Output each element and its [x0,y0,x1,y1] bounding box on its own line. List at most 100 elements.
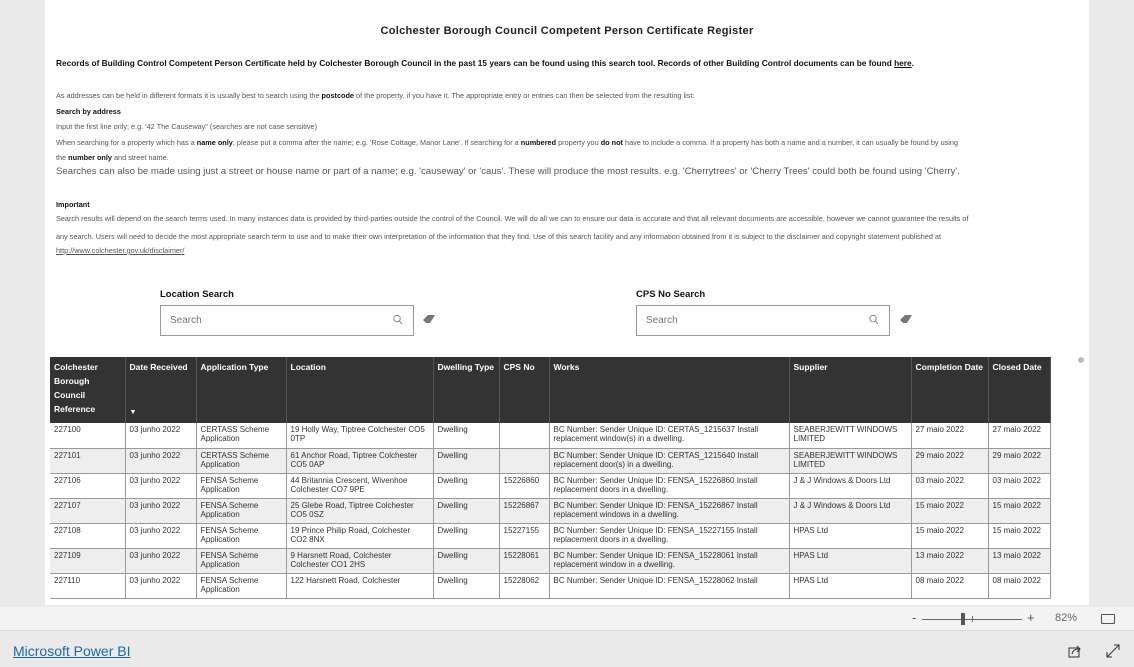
table-cell: Dwelling [433,498,500,524]
column-header[interactable]: Location [286,357,434,423]
zoom-default-tick [972,616,973,622]
footer: Microsoft Power BI [0,632,1134,667]
table-row[interactable]: 227107 03 junho 2022 FENSA Scheme Applicat… [50,498,1051,524]
table-cell: 15 maio 2022 [911,498,989,524]
zoom-in-button[interactable]: + [1027,610,1035,625]
table-row[interactable]: 227101 03 junho 2022 CERTASS Scheme Applic… [50,448,1051,474]
table-cell: 15 maio 2022 [911,523,989,549]
page-title: Colchester Borough Council Competent Per… [380,25,754,37]
here-link[interactable]: here [894,58,912,68]
column-header[interactable]: Supplier [789,357,912,423]
table-cell: 122 Harsnett Road, Colchester [286,573,434,599]
table-cell: 15226860 [499,473,550,499]
location-search-placeholder: Search [170,315,202,326]
table-cell: BC Number: Sender Unique ID: FENSA_15228… [549,548,790,574]
cps-search-placeholder: Search [646,315,678,326]
eraser-icon[interactable] [423,315,435,323]
column-header-label: Location [290,362,326,372]
table-cell: 13 maio 2022 [911,548,989,574]
t: do not [600,138,623,147]
report-canvas: Colchester Borough Council Competent Per… [45,0,1089,605]
table-cell: Dwelling [433,448,500,474]
table-cell: 15228062 [499,573,550,599]
table-row[interactable]: 227110 03 junho 2022 FENSA Scheme Applicat… [50,573,1051,599]
fit-to-page-icon[interactable] [1101,614,1115,624]
important-text-1: Search results will depend on the search… [56,214,969,223]
disclaimer-link[interactable]: http://www.colchester.gov.uk/disclaimer/ [56,246,184,255]
table-cell: J & J Windows & Doors Ltd [789,473,912,499]
table-cell: 03 junho 2022 [125,523,197,549]
table-cell: 03 maio 2022 [988,473,1051,499]
table-cell: 15226867 [499,498,550,524]
column-header[interactable]: Colchester Borough Council Reference [50,357,126,423]
t: When searching for a property which has … [56,138,197,147]
column-header[interactable]: Application Type [196,357,287,423]
vertical-scrollbar[interactable] [1078,357,1084,363]
column-header[interactable]: CPS No [499,357,550,423]
fullscreen-icon[interactable] [1106,644,1120,658]
column-header-label: Completion Date [915,362,984,372]
important-heading: Important [56,200,90,209]
table-cell: 227110 [50,573,126,599]
column-header-label: Supplier [793,362,828,372]
table-cell: Dwelling [433,423,500,449]
t: name only [196,138,233,147]
t: of the property, if you have it. The app… [353,91,695,100]
zoom-level: 82% [1055,612,1078,624]
table-row[interactable]: 227106 03 junho 2022 FENSA Scheme Applicat… [50,473,1051,499]
sort-descending-icon[interactable]: ▼ [130,406,137,420]
table-cell: FENSA Scheme Application [196,523,287,549]
column-header-label: Colchester Borough Council Reference [54,362,98,414]
search-icon[interactable] [869,314,879,326]
table-cell: Dwelling [433,523,500,549]
partial-search-advice: Searches can also be made using just a s… [56,166,960,177]
table-cell: 03 junho 2022 [125,423,197,449]
number-advice: the number only and street name. [56,153,1078,162]
column-header[interactable]: Completion Date [911,357,989,423]
table-cell: 27 maio 2022 [911,423,989,449]
zoom-slider-thumb[interactable] [961,613,965,625]
share-icon[interactable] [1068,644,1082,658]
table-cell [499,448,550,474]
column-header[interactable]: Date Received ▼ [125,357,197,423]
table-header-row: Colchester Borough Council Reference Date… [50,357,1051,423]
cps-search-label: CPS No Search [636,289,706,300]
table-cell: HPAS Ltd [789,573,912,599]
power-bi-link[interactable]: Microsoft Power BI [13,643,130,659]
postcode-advice: As addresses can be held in different fo… [56,91,1078,100]
t: , please put a comma after the name; e.g… [232,138,521,147]
table-cell: FENSA Scheme Application [196,473,287,499]
table-row[interactable]: 227100 03 junho 2022 CERTASS Scheme Applic… [50,423,1051,449]
location-search-label: Location Search [160,289,234,300]
table-cell: BC Number: Sender Unique ID: FENSA_15226… [549,473,790,499]
eraser-icon[interactable] [900,315,912,323]
table-cell: CERTASS Scheme Application [196,423,287,449]
table-cell: J & J Windows & Doors Ltd [789,498,912,524]
table-cell: 03 junho 2022 [125,498,197,524]
t: and street name. [111,153,169,162]
table-cell: 227106 [50,473,126,499]
table-cell: HPAS Ltd [789,523,912,549]
table-cell: 29 maio 2022 [988,448,1051,474]
location-search-input[interactable]: Search [160,305,414,336]
column-header[interactable]: Closed Date [988,357,1051,423]
table-cell: 15 maio 2022 [988,498,1051,524]
table-cell: Dwelling [433,548,500,574]
cps-search-input[interactable]: Search [636,305,890,336]
table-cell: 15 maio 2022 [988,523,1051,549]
column-header[interactable]: Works [549,357,790,423]
t: property you [556,138,601,147]
zoom-bar: - + 82% [0,607,1134,631]
table-row[interactable]: 227109 03 junho 2022 FENSA Scheme Applicat… [50,548,1051,574]
table-cell: 19 Prince Philip Road, Colchester CO2 8N… [286,523,434,549]
table-row[interactable]: 227108 03 junho 2022 FENSA Scheme Applicat… [50,523,1051,549]
table-cell: 227109 [50,548,126,574]
intro-text: Records of Building Control Competent Pe… [56,59,1078,68]
zoom-out-button[interactable]: - [912,610,916,625]
table-cell: 15228061 [499,548,550,574]
column-header[interactable]: Dwelling Type [433,357,500,423]
t: postcode [321,91,354,100]
search-icon[interactable] [393,314,403,326]
table-cell: 227107 [50,498,126,524]
table-cell: FENSA Scheme Application [196,498,287,524]
